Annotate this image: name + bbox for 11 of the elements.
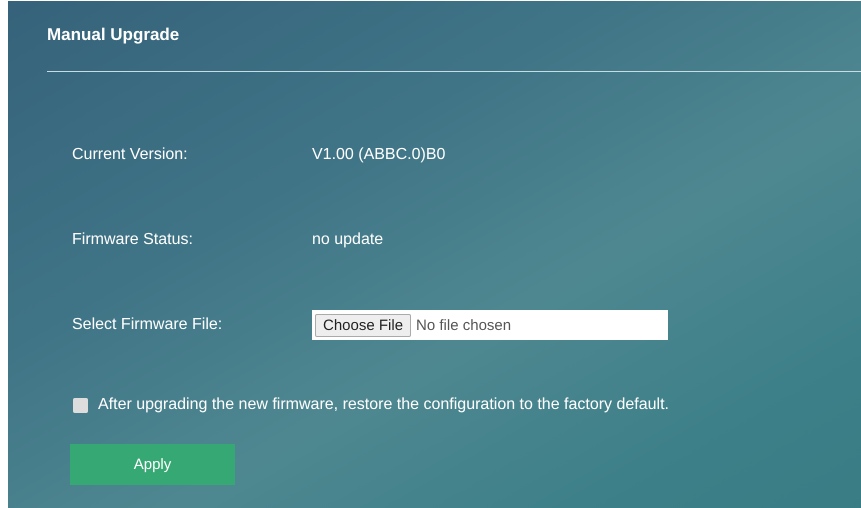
field-label: Firmware Status: (72, 231, 194, 249)
field-value: no update (312, 231, 384, 249)
field-label: Current Version: (72, 146, 189, 164)
file-input-field[interactable]: Choose File No file chosen (312, 310, 668, 340)
checkbox-label: After upgrading the new firmware, restore the configuration to the factory default. (98, 396, 669, 414)
checkbox[interactable] (73, 398, 88, 412)
field-value: V1.00 (ABBC.0)B0 (312, 146, 446, 164)
choose-file-button[interactable]: Choose File (315, 314, 412, 336)
file-name-text: No file chosen (416, 316, 512, 334)
section-title: Manual Upgrade (47, 24, 180, 46)
field-label: Select Firmware File: (72, 316, 224, 334)
